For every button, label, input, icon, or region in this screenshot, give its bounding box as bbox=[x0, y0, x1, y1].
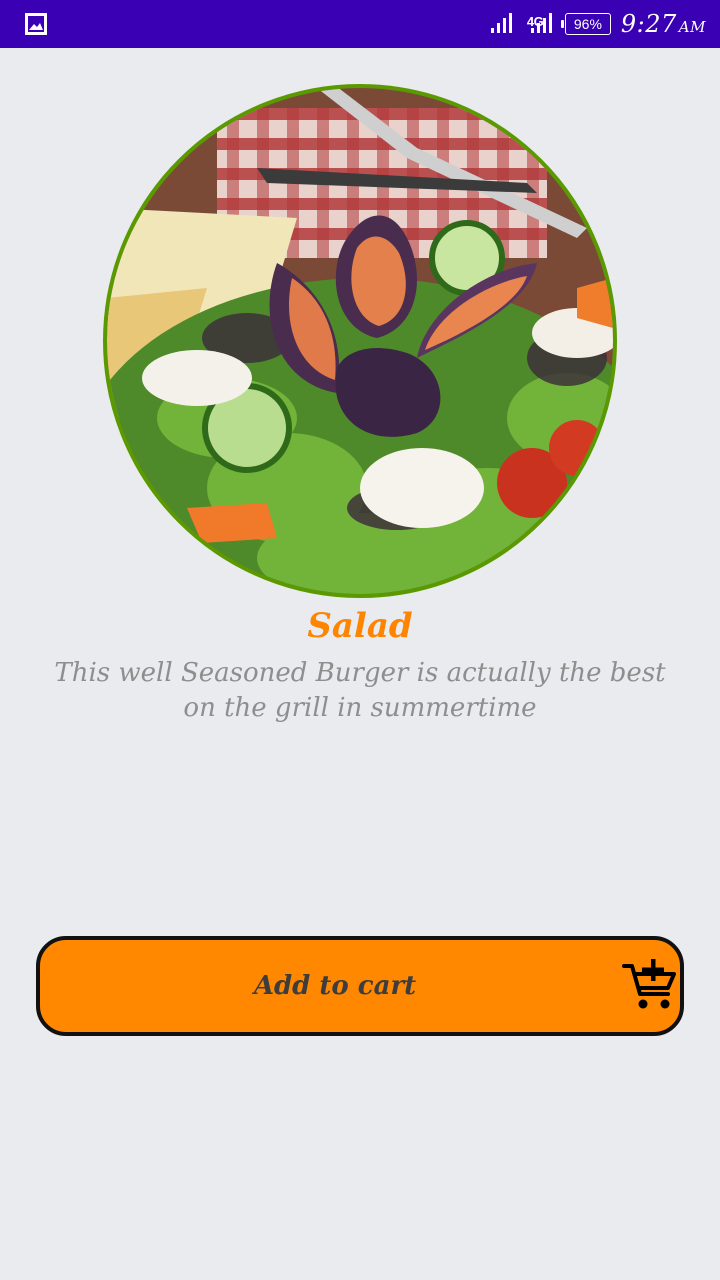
signal-4g-icon: 4G bbox=[525, 11, 555, 37]
clock-time: 9:27 bbox=[620, 10, 677, 38]
battery-icon: 96% bbox=[560, 13, 611, 35]
gallery-notification-icon bbox=[25, 13, 47, 35]
status-clock: 9:27 AM bbox=[621, 10, 706, 38]
clock-ampm: AM bbox=[678, 18, 706, 36]
product-title: Salad bbox=[307, 606, 413, 646]
product-description: This well Seasoned Burger is actually th… bbox=[54, 658, 666, 723]
signal-icon bbox=[489, 11, 515, 37]
status-bar: 4G 96% 9:27 AM bbox=[0, 0, 720, 48]
status-icons: 4G 96% 9:27 AM bbox=[489, 0, 706, 48]
add-to-cart-label: Add to cart bbox=[253, 971, 417, 1001]
salad-photo-illustration bbox=[107, 88, 613, 594]
network-type-label: 4G bbox=[526, 14, 544, 29]
add-shopping-cart-icon[interactable] bbox=[622, 958, 678, 1014]
product-image bbox=[103, 84, 617, 598]
battery-percent: 96% bbox=[573, 16, 602, 32]
add-to-cart-button[interactable]: Add to cart bbox=[36, 936, 684, 1036]
